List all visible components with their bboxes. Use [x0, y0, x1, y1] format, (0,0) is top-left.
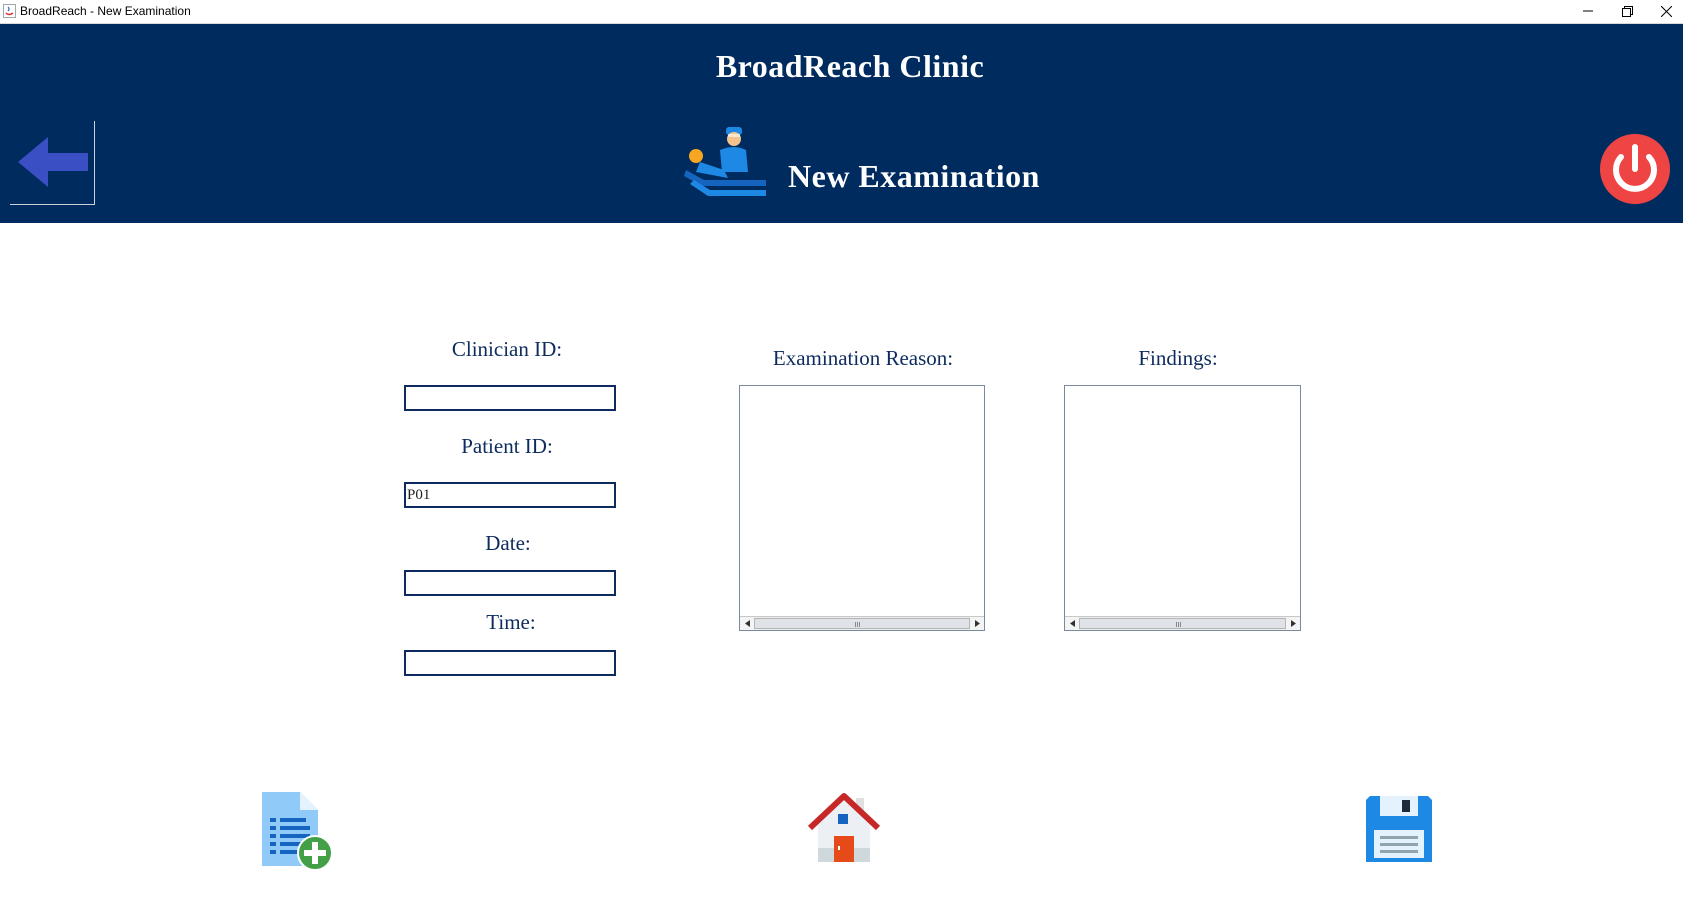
- close-window-button[interactable]: [1646, 0, 1683, 22]
- restore-icon: [1621, 5, 1633, 17]
- scroll-left-arrow-icon[interactable]: [1065, 617, 1079, 630]
- new-document-icon[interactable]: [260, 790, 334, 872]
- header-banner: BroadReach Clinic New Examination: [0, 24, 1683, 223]
- findings-hscrollbar[interactable]: [1065, 616, 1300, 630]
- home-icon[interactable]: [808, 792, 880, 864]
- page-title: New Examination: [788, 158, 1040, 194]
- scroll-right-arrow-icon[interactable]: [970, 617, 984, 630]
- back-button[interactable]: [10, 121, 95, 205]
- back-arrow-icon: [18, 137, 88, 187]
- window-titlebar: BroadReach - New Examination: [0, 0, 1683, 24]
- clinician-id-label: Clinician ID:: [451, 337, 563, 361]
- time-label: Time:: [486, 610, 536, 634]
- scrollbar-thumb[interactable]: [754, 618, 970, 629]
- minimize-icon: [1583, 10, 1593, 12]
- time-field[interactable]: [404, 650, 616, 676]
- findings-textarea[interactable]: [1064, 385, 1301, 631]
- date-label: Date:: [485, 531, 531, 555]
- date-field[interactable]: [404, 570, 616, 596]
- restore-button[interactable]: [1607, 0, 1647, 22]
- scrollbar-thumb[interactable]: [1079, 618, 1286, 629]
- findings-label: Findings:: [1138, 346, 1218, 370]
- window-title: BroadReach - New Examination: [20, 4, 191, 18]
- scroll-right-arrow-icon[interactable]: [1286, 617, 1300, 630]
- patient-id-label: Patient ID:: [461, 434, 553, 458]
- minimize-button[interactable]: [1568, 0, 1608, 22]
- patient-id-field[interactable]: P01: [404, 482, 616, 508]
- clinic-name: BroadReach Clinic: [715, 48, 985, 84]
- scroll-left-arrow-icon[interactable]: [740, 617, 754, 630]
- clinician-id-field[interactable]: [404, 385, 616, 411]
- examination-patient-icon: [684, 127, 766, 196]
- examination-reason-label: Examination Reason:: [772, 346, 954, 370]
- examination-reason-hscrollbar[interactable]: [740, 616, 984, 630]
- examination-reason-textarea[interactable]: [739, 385, 985, 631]
- power-icon[interactable]: [1599, 133, 1671, 205]
- save-icon[interactable]: [1366, 796, 1432, 862]
- close-icon: [1660, 5, 1672, 17]
- java-app-icon: [3, 4, 16, 18]
